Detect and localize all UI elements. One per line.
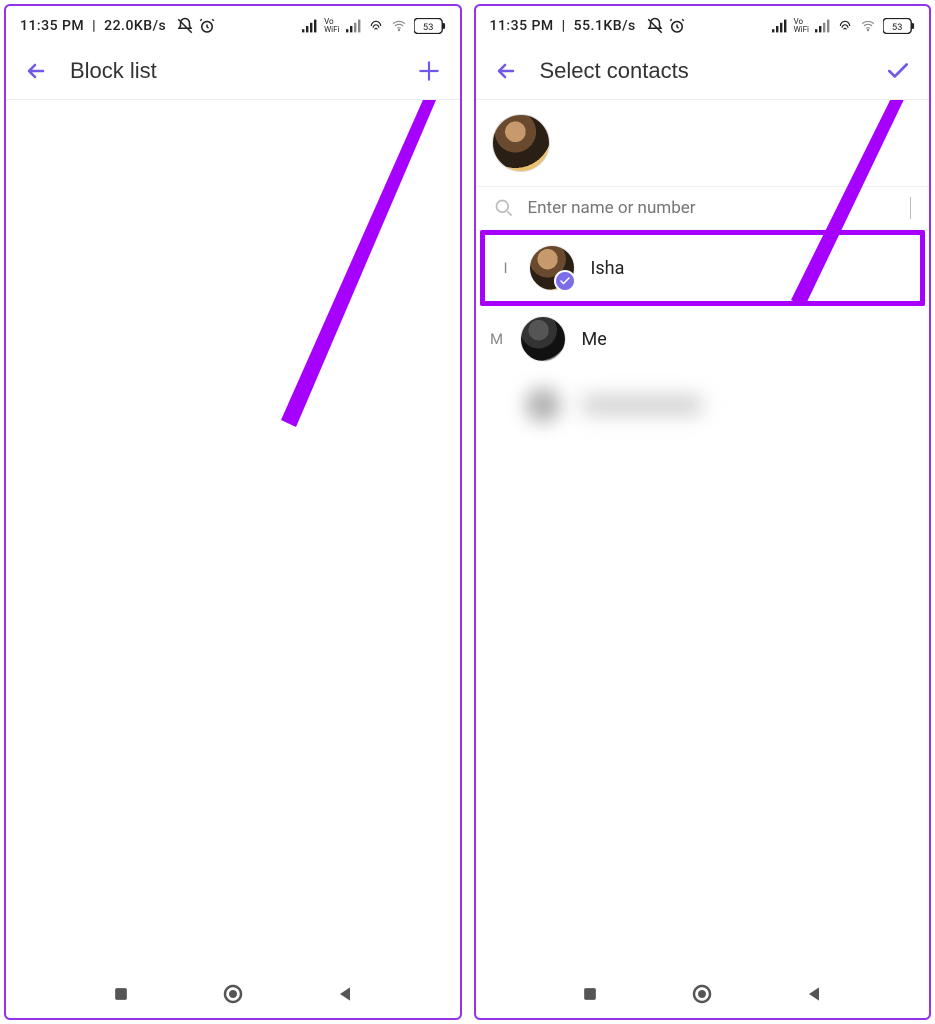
battery-icon: 53: [414, 18, 446, 34]
nav-recent[interactable]: [580, 984, 600, 1004]
empty-content: [6, 100, 460, 970]
back-button[interactable]: [494, 59, 518, 83]
nav-bar: [476, 970, 930, 1018]
search-input[interactable]: [528, 198, 897, 218]
status-speed: 22.0KB/s: [104, 18, 166, 34]
selected-check-icon: [554, 270, 576, 292]
signal-icon-2: [815, 19, 831, 33]
network-icon: [368, 19, 384, 33]
contact-row-me[interactable]: M Me: [476, 306, 930, 372]
contact-avatar: [520, 316, 566, 362]
signal-icon: [302, 19, 318, 33]
alarm-icon: [198, 17, 216, 35]
page-title: Select contacts: [540, 58, 689, 84]
nav-back[interactable]: [335, 984, 355, 1004]
alarm-icon: [668, 17, 686, 35]
vowifi-icon: VoWiFi: [794, 18, 809, 34]
vowifi-icon: VoWiFi: [324, 18, 339, 34]
contact-avatar: [529, 245, 575, 291]
search-icon: [494, 198, 514, 218]
status-speed: 55.1KB/s: [574, 18, 636, 34]
mute-icon: [176, 17, 194, 35]
contact-name: Me: [582, 329, 607, 350]
wifi-icon: [859, 19, 877, 33]
status-bar: 11:35 PM | 55.1KB/s VoWiFi: [476, 6, 930, 42]
status-time: 11:35 PM: [20, 18, 84, 34]
section-letter: M: [490, 330, 504, 348]
contact-row-isha[interactable]: I Isha: [485, 235, 921, 301]
signal-icon: [772, 19, 788, 33]
signal-icon-2: [346, 19, 362, 33]
annotation-arrow: [206, 100, 460, 432]
app-header: Select contacts: [476, 42, 930, 100]
contact-name: Isha: [591, 258, 625, 279]
contacts-content: I Isha M Me: [476, 100, 930, 970]
mute-icon: [646, 17, 664, 35]
confirm-button[interactable]: [885, 58, 911, 84]
search-row[interactable]: [476, 187, 930, 230]
nav-back[interactable]: [804, 984, 824, 1004]
status-bar: 11:35 PM | 22.0KB/s VoWiFi: [6, 6, 460, 42]
svg-text:53: 53: [892, 22, 903, 33]
contact-row-blurred[interactable]: [476, 372, 930, 438]
search-divider: [910, 197, 911, 219]
status-time: 11:35 PM: [490, 18, 554, 34]
phone-screen-select-contacts: 11:35 PM | 55.1KB/s VoWiFi: [474, 4, 932, 1020]
section-letter: I: [499, 259, 513, 277]
network-icon: [837, 19, 853, 33]
selected-contact-avatar[interactable]: [492, 114, 550, 172]
wifi-icon: [390, 19, 408, 33]
highlight-annotation: I Isha: [480, 230, 926, 306]
contact-avatar-blurred: [520, 382, 566, 428]
nav-recent[interactable]: [111, 984, 131, 1004]
battery-icon: 53: [883, 18, 915, 34]
phone-screen-block-list: 11:35 PM | 22.0KB/s VoWiFi: [4, 4, 462, 1020]
nav-bar: [6, 970, 460, 1018]
add-button[interactable]: [416, 58, 442, 84]
app-header: Block list: [6, 42, 460, 100]
contact-name-blurred: [582, 396, 702, 414]
nav-home[interactable]: [221, 982, 245, 1006]
svg-text:53: 53: [422, 22, 433, 33]
nav-home[interactable]: [690, 982, 714, 1006]
page-title: Block list: [70, 58, 157, 84]
back-button[interactable]: [24, 59, 48, 83]
selected-contacts-row: [476, 100, 930, 187]
